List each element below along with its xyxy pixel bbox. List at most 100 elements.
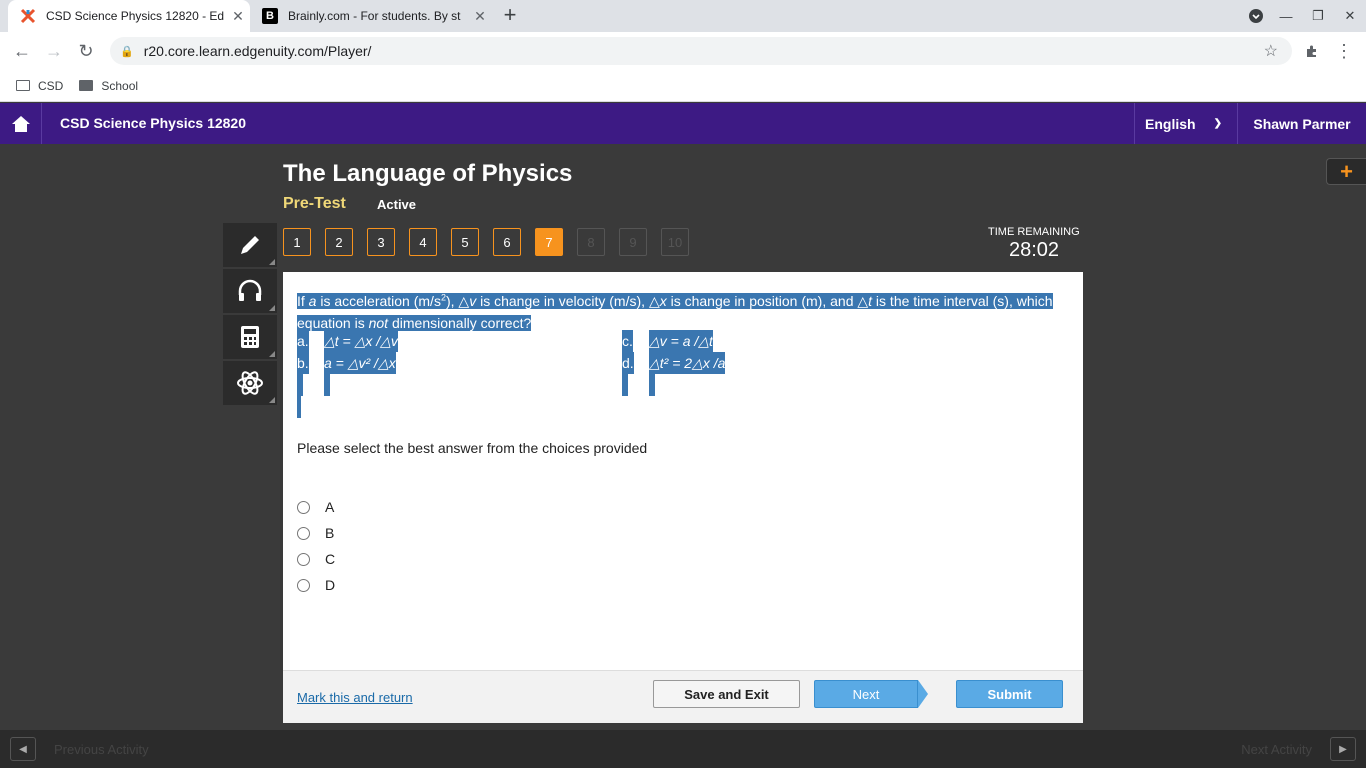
- equation-options: a. △t = △x /△v c. △v = a /△t b. a = △v² …: [297, 330, 1067, 418]
- arrow-left-icon: ◀: [10, 737, 36, 761]
- previous-activity-label: Previous Activity: [54, 741, 149, 757]
- tool-sidebar: [223, 223, 277, 407]
- next-arrow-icon[interactable]: [918, 680, 928, 708]
- bookmarks-bar: CSD School: [0, 70, 1366, 102]
- forward-icon[interactable]: →: [42, 39, 66, 63]
- home-button[interactable]: [0, 103, 42, 144]
- bookmark-label: CSD: [38, 78, 64, 93]
- selection-highlight: [324, 374, 330, 396]
- question-number-10: 10: [661, 228, 689, 256]
- edgenuity-favicon-icon: [20, 8, 36, 24]
- bookmark-app-icon: [16, 80, 30, 91]
- answer-label: D: [325, 577, 336, 593]
- close-tab-icon[interactable]: ✕: [226, 8, 250, 25]
- option-equation: △t = △x /△v: [324, 330, 398, 352]
- tab-brainly[interactable]: B Brainly.com - For students. By st ✕: [250, 0, 492, 32]
- pencil-icon: [241, 236, 259, 254]
- bookmark-star-icon[interactable]: ☆: [1264, 41, 1278, 61]
- question-number-1[interactable]: 1: [283, 228, 311, 256]
- plus-icon[interactable]: +: [1326, 158, 1366, 185]
- activity-title: The Language of Physics: [283, 160, 573, 187]
- chevron-down-icon: ❯: [1213, 118, 1222, 129]
- radio-button[interactable]: [297, 578, 310, 592]
- next-activity-button[interactable]: Next Activity ▶: [1241, 737, 1356, 761]
- language-label: English: [1145, 115, 1196, 132]
- mark-and-return-link[interactable]: Mark this and return: [297, 690, 413, 705]
- answer-label: C: [325, 551, 336, 567]
- answer-label: B: [325, 525, 335, 541]
- reload-icon[interactable]: ↻: [74, 39, 98, 63]
- bookmark-label: School: [101, 78, 139, 93]
- option-letter: c.: [622, 330, 633, 352]
- user-menu[interactable]: Shawn Parmer: [1237, 103, 1366, 144]
- answer-choice-c[interactable]: C: [297, 546, 335, 572]
- selection-highlight: [649, 374, 655, 396]
- browser-toolbar: ← → ↻ 🔒 r20.core.learn.edgenuity.com/Pla…: [0, 32, 1366, 70]
- url-text: r20.core.learn.edgenuity.com/Player/: [143, 43, 372, 59]
- audio-tool[interactable]: [223, 269, 277, 313]
- folder-icon: [79, 80, 94, 91]
- question-footer: Mark this and return Save and Exit Next …: [283, 670, 1083, 723]
- browser-tab-bar: CSD Science Physics 12820 - Ed ✕ B Brain…: [0, 0, 1366, 32]
- option-equation: a = △v² /△x: [324, 352, 396, 374]
- next-activity-label: Next Activity: [1241, 741, 1312, 757]
- option-letter: b.: [297, 352, 309, 374]
- activity-navigation-bar: ◀ Previous Activity Next Activity ▶: [0, 730, 1366, 768]
- calculator-tool[interactable]: [223, 315, 277, 359]
- question-text: If a is acceleration (m/s2), △v is chang…: [297, 292, 1053, 331]
- reference-tool[interactable]: [223, 361, 277, 405]
- tab-search-icon[interactable]: [1240, 0, 1272, 32]
- address-bar[interactable]: 🔒 r20.core.learn.edgenuity.com/Player/ ☆: [110, 37, 1292, 65]
- app-header: CSD Science Physics 12820 English ❯ Shaw…: [0, 103, 1366, 144]
- question-number-7[interactable]: 7: [535, 228, 563, 256]
- option-letter: d.: [622, 352, 634, 374]
- question-number-9: 9: [619, 228, 647, 256]
- activity-status: Active: [377, 197, 417, 212]
- tab-title: Brainly.com - For students. By st: [288, 9, 461, 23]
- option-equation: △t² = 2△x /a: [649, 352, 726, 374]
- bookmark-csd[interactable]: CSD: [16, 79, 63, 93]
- back-icon[interactable]: ←: [10, 39, 34, 63]
- bookmark-school[interactable]: School: [79, 79, 138, 93]
- course-title: CSD Science Physics 12820: [60, 115, 247, 131]
- question-number-6[interactable]: 6: [493, 228, 521, 256]
- brainly-favicon-icon: B: [262, 8, 278, 24]
- atom-icon: [237, 371, 263, 395]
- time-remaining-label: TIME REMAINING: [988, 226, 1080, 238]
- previous-activity-button[interactable]: ◀ Previous Activity: [10, 737, 149, 761]
- pencil-tool[interactable]: [223, 223, 277, 267]
- answer-choices: A B C D: [297, 494, 335, 598]
- arrow-right-icon: ▶: [1330, 737, 1356, 761]
- next-button[interactable]: Next: [814, 680, 918, 708]
- headphones-icon: [238, 279, 262, 301]
- save-and-exit-button[interactable]: Save and Exit: [653, 680, 800, 708]
- menu-icon[interactable]: ⋮: [1332, 39, 1356, 63]
- radio-button[interactable]: [297, 500, 310, 514]
- selection-highlight: [297, 374, 303, 396]
- answer-choice-b[interactable]: B: [297, 520, 335, 546]
- lock-icon: 🔒: [120, 45, 134, 58]
- question-number-3[interactable]: 3: [367, 228, 395, 256]
- question-number-8: 8: [577, 228, 605, 256]
- answer-choice-d[interactable]: D: [297, 572, 335, 598]
- new-tab-button[interactable]: +: [498, 4, 522, 28]
- minimize-icon[interactable]: —: [1270, 0, 1302, 32]
- language-select[interactable]: English ❯: [1134, 103, 1237, 144]
- extensions-icon[interactable]: [1300, 39, 1324, 63]
- answer-label: A: [325, 499, 335, 515]
- home-icon: [11, 115, 30, 132]
- submit-button[interactable]: Submit: [956, 680, 1063, 708]
- answer-choice-a[interactable]: A: [297, 494, 335, 520]
- close-window-icon[interactable]: ✕: [1334, 0, 1366, 32]
- question-number-5[interactable]: 5: [451, 228, 479, 256]
- option-letter: a.: [297, 330, 309, 352]
- restore-icon[interactable]: ❐: [1302, 0, 1334, 32]
- close-tab-icon[interactable]: ✕: [468, 8, 492, 25]
- question-panel: If a is acceleration (m/s2), △v is chang…: [283, 272, 1083, 670]
- time-remaining-value: 28:02: [1009, 239, 1060, 261]
- radio-button[interactable]: [297, 552, 310, 566]
- radio-button[interactable]: [297, 526, 310, 540]
- tab-edgenuity[interactable]: CSD Science Physics 12820 - Ed ✕: [8, 0, 250, 32]
- question-number-4[interactable]: 4: [409, 228, 437, 256]
- question-number-2[interactable]: 2: [325, 228, 353, 256]
